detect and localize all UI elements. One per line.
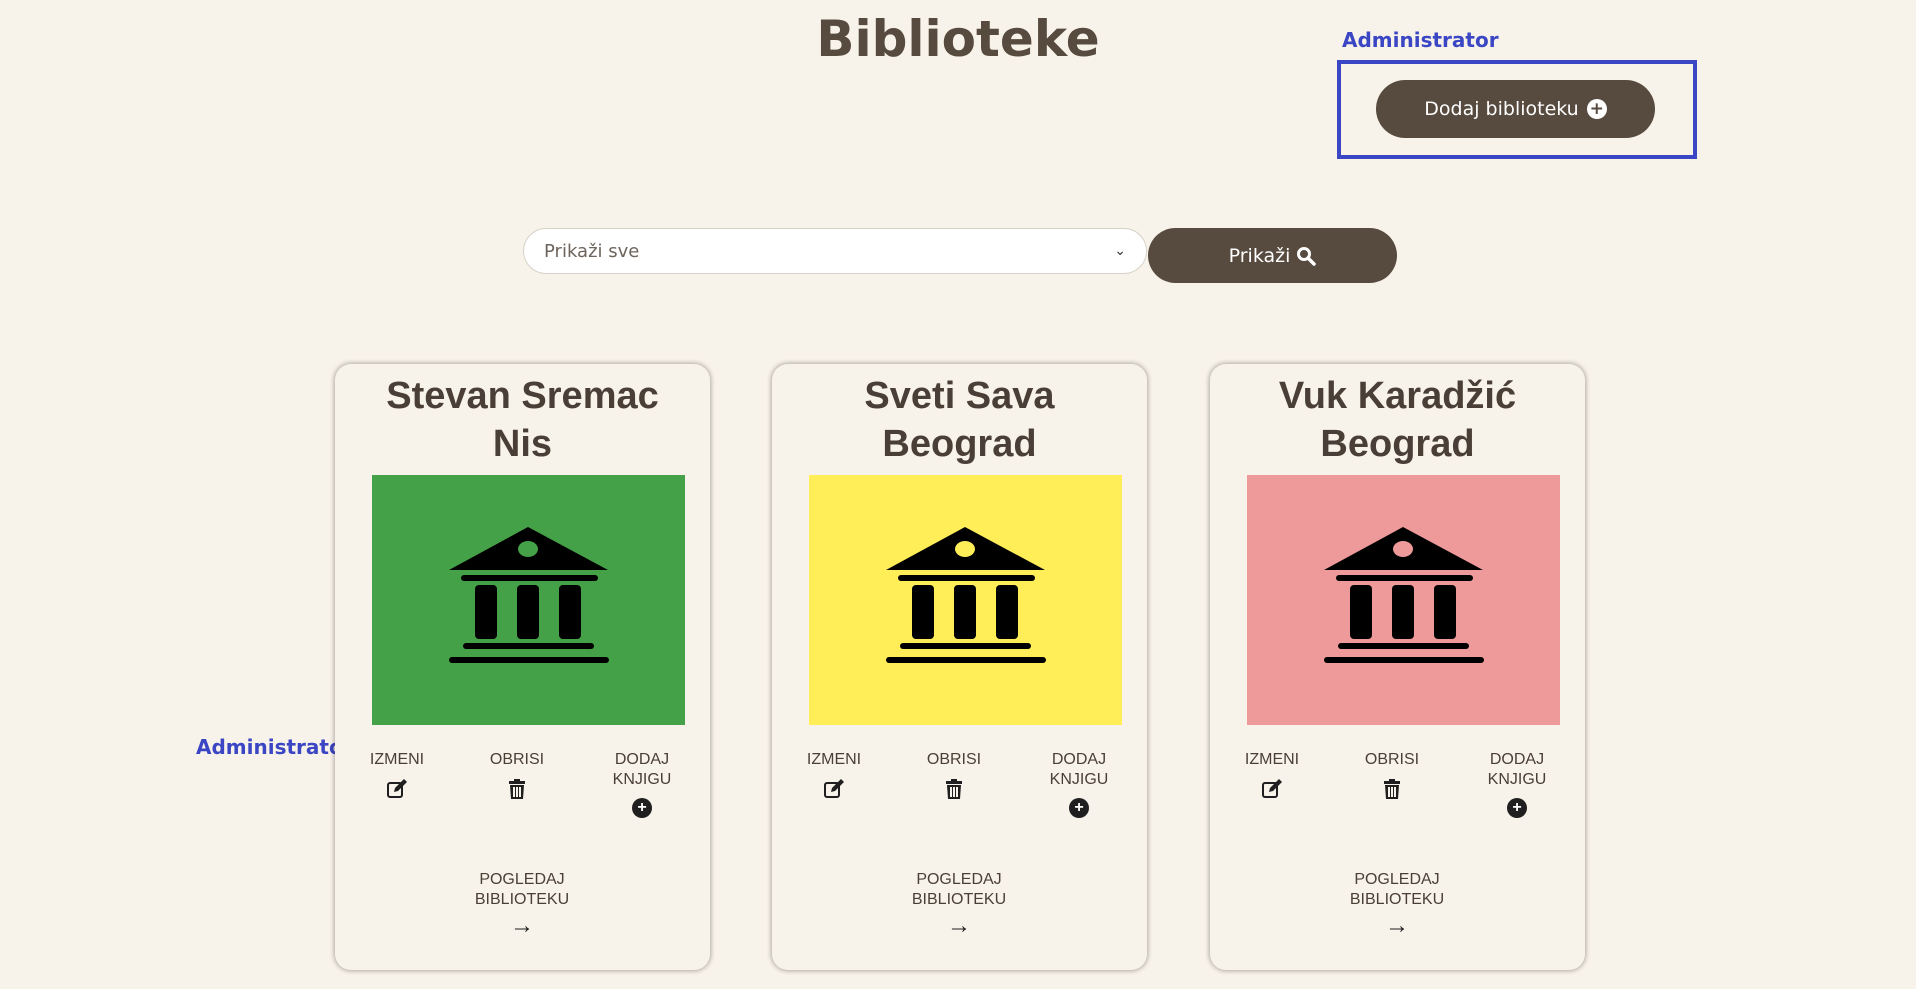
library-card: Stevan Sremac Nis IZMENI OBRISI DODAJ KN…: [335, 364, 710, 970]
library-city: Beograd: [1320, 423, 1475, 465]
library-title: Vuk Karadžić Beograd: [1210, 372, 1585, 468]
search-icon: [1297, 246, 1317, 266]
add-book-label-1: DODAJ: [1489, 751, 1545, 768]
show-button[interactable]: Prikaži: [1148, 228, 1397, 283]
library-name: Stevan Sremac: [386, 375, 659, 417]
library-filter-select[interactable]: Prikaži sve ⌄: [523, 228, 1147, 274]
filter-selected-value: Prikaži sve: [544, 240, 640, 262]
library-building-icon: [886, 527, 1046, 663]
library-name: Sveti Sava: [864, 375, 1055, 417]
delete-label: OBRISI: [926, 751, 982, 768]
library-title: Sveti Sava Beograd: [772, 372, 1147, 468]
library-title: Stevan Sremac Nis: [335, 372, 710, 468]
library-image: [1247, 475, 1560, 725]
library-name: Vuk Karadžić: [1278, 375, 1517, 417]
library-building-icon: [449, 527, 609, 663]
trash-icon: [509, 779, 525, 799]
chevron-down-icon: ⌄: [1114, 243, 1126, 259]
delete-button[interactable]: OBRISI: [1352, 750, 1432, 800]
library-city: Nis: [492, 423, 553, 465]
edit-icon: [387, 779, 407, 798]
plus-circle-icon: +: [632, 798, 652, 818]
add-book-button[interactable]: DODAJ KNJIGU +: [1034, 750, 1124, 818]
add-book-label-1: DODAJ: [614, 751, 670, 768]
admin-annotation-label-side: Administrator: [196, 735, 353, 759]
delete-label: OBRISI: [489, 751, 545, 768]
library-image: [809, 475, 1122, 725]
view-label-1: POGLEDAJ: [479, 871, 565, 888]
library-building-icon: [1324, 527, 1484, 663]
delete-button[interactable]: OBRISI: [914, 750, 994, 800]
add-book-button[interactable]: DODAJ KNJIGU +: [597, 750, 687, 818]
trash-icon: [946, 779, 962, 799]
view-library-button[interactable]: POGLEDAJ BIBLIOTEKU →: [1322, 870, 1472, 939]
plus-circle-icon: +: [1069, 798, 1089, 818]
edit-label: IZMENI: [369, 751, 425, 768]
edit-button[interactable]: IZMENI: [357, 750, 437, 800]
view-label-1: POGLEDAJ: [1354, 871, 1440, 888]
edit-button[interactable]: IZMENI: [794, 750, 874, 800]
library-card: Vuk Karadžić Beograd IZMENI OBRISI DODAJ…: [1210, 364, 1585, 970]
delete-button[interactable]: OBRISI: [477, 750, 557, 800]
edit-icon: [824, 779, 844, 798]
add-book-label-2: KNJIGU: [1487, 771, 1547, 788]
view-label-2: BIBLIOTEKU: [474, 891, 570, 908]
edit-button[interactable]: IZMENI: [1232, 750, 1312, 800]
view-label-2: BIBLIOTEKU: [911, 891, 1007, 908]
arrow-right-icon: →: [510, 912, 534, 939]
add-book-label-1: DODAJ: [1051, 751, 1107, 768]
delete-label: OBRISI: [1364, 751, 1420, 768]
arrow-right-icon: →: [947, 912, 971, 939]
edit-icon: [1262, 779, 1282, 798]
add-library-button[interactable]: Dodaj biblioteku +: [1376, 80, 1655, 138]
edit-label: IZMENI: [806, 751, 862, 768]
show-button-label: Prikaži: [1228, 244, 1291, 267]
library-card: Sveti Sava Beograd IZMENI OBRISI DODAJ K…: [772, 364, 1147, 970]
arrow-right-icon: →: [1385, 912, 1409, 939]
edit-label: IZMENI: [1244, 751, 1300, 768]
view-label-1: POGLEDAJ: [916, 871, 1002, 888]
view-library-button[interactable]: POGLEDAJ BIBLIOTEKU →: [447, 870, 597, 939]
view-library-button[interactable]: POGLEDAJ BIBLIOTEKU →: [884, 870, 1034, 939]
add-book-label-2: KNJIGU: [612, 771, 672, 788]
trash-icon: [1384, 779, 1400, 799]
add-library-label: Dodaj biblioteku: [1424, 98, 1579, 120]
add-book-label-2: KNJIGU: [1049, 771, 1109, 788]
plus-circle-icon: +: [1507, 798, 1527, 818]
admin-annotation-label: Administrator: [1342, 28, 1499, 52]
library-image: [372, 475, 685, 725]
add-book-button[interactable]: DODAJ KNJIGU +: [1472, 750, 1562, 818]
view-label-2: BIBLIOTEKU: [1349, 891, 1445, 908]
library-city: Beograd: [882, 423, 1037, 465]
plus-circle-icon: +: [1586, 99, 1607, 119]
